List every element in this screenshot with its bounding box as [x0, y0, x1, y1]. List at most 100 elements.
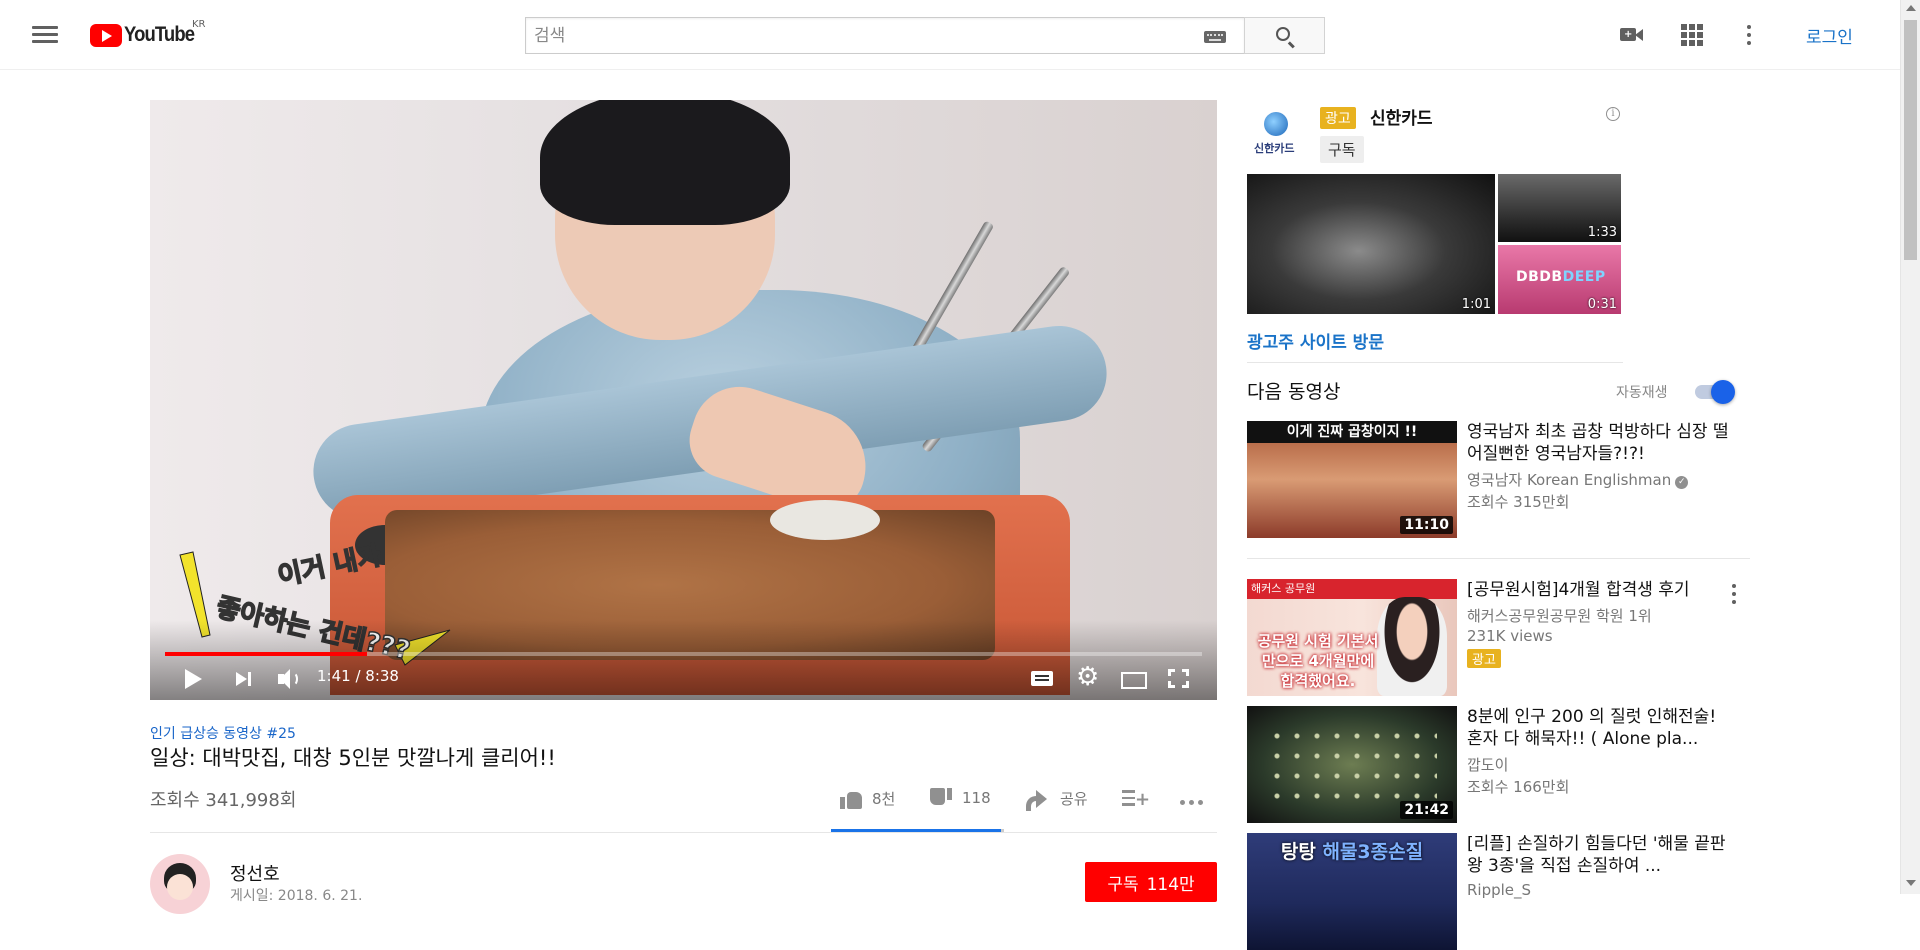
advertiser-logo[interactable]: 신한카드 [1251, 108, 1301, 158]
recommended-video[interactable]: 이게 진짜 곱창이지 !! 11:10 영국남자 최초 곱창 먹방하다 심장 떨… [1247, 421, 1747, 538]
progress-bar[interactable] [165, 652, 1202, 656]
scrollbar-thumb[interactable] [1904, 20, 1917, 260]
channel-avatar[interactable] [150, 854, 210, 914]
play-icon[interactable] [183, 666, 203, 692]
video-thumbnail[interactable]: 탕탕 해물3종손질 [1247, 833, 1457, 950]
search-button[interactable] [1244, 17, 1325, 54]
hamburger-menu-icon[interactable] [30, 23, 60, 47]
share-button[interactable]: 공유 [1026, 788, 1088, 811]
controls-bar [150, 620, 1217, 700]
video-player[interactable]: 이거 내가 좋아하는 건데??? 1:41 / 8:38 [150, 100, 1217, 700]
apps-grid-icon[interactable] [1681, 24, 1703, 46]
up-next-heading: 다음 동영상 [1247, 381, 1341, 403]
search-bar [525, 17, 1325, 54]
thumbs-up-icon [840, 789, 862, 809]
share-label: 공유 [1060, 790, 1088, 808]
video-title: 일상: 대박맛집, 대창 5인분 맛깔나게 클리어!! [150, 746, 556, 770]
scroll-down-arrow-icon[interactable] [1906, 880, 1916, 886]
divider [1247, 362, 1623, 363]
keyboard-icon[interactable] [1204, 31, 1226, 43]
page-scrollbar[interactable] [1900, 0, 1920, 894]
like-count: 8천 [872, 790, 896, 808]
view-count: 231K views [1467, 627, 1553, 645]
settings-more-icon[interactable] [1747, 25, 1753, 47]
video-title[interactable]: [공무원시험]4개월 합격생 후기 [1467, 579, 1737, 601]
subscribe-label: 구독 [1107, 874, 1139, 895]
login-button[interactable]: 로그인 [1806, 23, 1853, 48]
scroll-up-arrow-icon[interactable] [1906, 5, 1916, 11]
video-duration: 11:10 [1400, 516, 1453, 534]
visit-advertiser-link[interactable]: 광고주 사이트 방문 [1247, 328, 1384, 353]
time-separator: / [350, 667, 366, 685]
advertiser-name[interactable]: 신한카드 [1370, 104, 1433, 129]
masthead: YouTube KR + 로그인 [0, 0, 1900, 70]
thumbnail-text: 탕탕 해물3종손질 [1247, 837, 1457, 864]
ad-video-thumbnail[interactable]: 1:33 [1498, 174, 1621, 242]
view-count: 조회수 166만회 [1467, 778, 1570, 796]
thumbnail-text: 이게 진짜 곱창이지 !! [1247, 421, 1457, 443]
subscribe-button[interactable]: 구독 114만 [1085, 862, 1217, 902]
recommended-video-ad[interactable]: 해커스 공무원 공무원 시험 기본서만으로 4개월만에 합격했어요. [공무원시… [1247, 579, 1747, 696]
fullscreen-icon[interactable] [1166, 666, 1192, 692]
ad-video-duration: 0:31 [1587, 297, 1617, 312]
thumbnail-person [1377, 597, 1447, 696]
channel-name[interactable]: Ripple_S [1467, 881, 1531, 899]
action-menu-icon[interactable] [1732, 584, 1738, 606]
channel-name[interactable]: 영국남자 Korean Englishman ✓ [1467, 469, 1689, 490]
video-title[interactable]: 영국남자 최초 곱창 먹방하다 심장 떨어질뻔한 영국남자들?!?! [1467, 421, 1737, 465]
advertiser-logo-text: 신한카드 [1254, 142, 1295, 155]
video-thumbnail[interactable]: 21:42 [1247, 706, 1457, 823]
ad-subscribe-button[interactable]: 구독 [1320, 136, 1364, 163]
video-title[interactable]: [리플] 손질하기 힘들다던 '해물 끝판왕 3종'을 직접 손질하여 ... [1467, 833, 1737, 877]
thumbnail-text-b: 해물3종손질 [1322, 841, 1424, 863]
channel-name[interactable]: 해커스공무원공무원 학원 1위 [1467, 605, 1652, 626]
channel-name[interactable]: 정선호 [230, 860, 280, 886]
youtube-logo[interactable]: YouTube KR [90, 19, 206, 49]
search-input[interactable] [526, 18, 1244, 53]
recommended-video[interactable]: 21:42 8분에 인구 200 의 질럿 인해전술! 혼자 다 해묵자!! (… [1247, 706, 1747, 823]
logo-country-code: KR [192, 19, 206, 30]
more-actions-icon[interactable] [1180, 800, 1206, 806]
thumbnail-text: 공무원 시험 기본서만으로 4개월만에 합격했어요. [1257, 632, 1379, 690]
view-count: 조회수 315만회 [1467, 493, 1570, 511]
thumbnail-game-scene [1267, 726, 1437, 806]
channel-name[interactable]: 깝도이 [1467, 754, 1508, 775]
create-video-icon[interactable]: + [1620, 22, 1644, 48]
video-thumbnail[interactable]: 해커스 공무원 공무원 시험 기본서만으로 4개월만에 합격했어요. [1247, 579, 1457, 696]
gear-icon[interactable] [1075, 662, 1101, 692]
next-video-icon[interactable] [234, 666, 254, 692]
theater-mode-icon[interactable] [1120, 666, 1148, 692]
autoplay-label: 자동재생 [1616, 385, 1668, 401]
thumbnail-tag: 해커스 공무원 [1247, 579, 1457, 599]
like-button[interactable]: 8천 [840, 788, 895, 809]
ad-badge: 광고 [1467, 649, 1501, 668]
subscriber-count: 114만 [1146, 874, 1195, 895]
ad-thumbnail-text-b: DEEP [1562, 269, 1606, 285]
search-box [525, 17, 1244, 54]
dislike-count: 118 [962, 789, 991, 807]
video-title[interactable]: 8분에 인구 200 의 질럿 인해전술! 혼자 다 해묵자!! ( Alone… [1467, 706, 1737, 750]
autoplay-toggle[interactable] [1691, 380, 1737, 404]
thumbnail-text-a: 탕탕 [1280, 841, 1323, 863]
subtitles-icon[interactable] [1030, 666, 1056, 692]
recommended-video[interactable]: 탕탕 해물3종손질 [리플] 손질하기 힘들다던 '해물 끝판왕 3종'을 직접… [1247, 833, 1747, 950]
video-thumbnail[interactable]: 이게 진짜 곱창이지 !! 11:10 [1247, 421, 1457, 538]
youtube-play-logo-icon [90, 23, 122, 47]
dislike-button[interactable]: 118 [930, 788, 991, 808]
progress-bar-played [165, 652, 368, 656]
ad-video-duration: 1:33 [1587, 225, 1617, 240]
video-frame-sauce [770, 500, 880, 540]
ad-video-thumbnail[interactable]: DBDBDEEP 0:31 [1498, 245, 1621, 314]
video-frame-hair [540, 100, 790, 225]
trending-label[interactable]: 인기 급상승 동영상 #25 [150, 723, 296, 743]
video-duration: 21:42 [1400, 801, 1453, 819]
time-total: 8:38 [365, 667, 399, 685]
ad-video-thumbnail[interactable]: 1:01 [1247, 174, 1495, 314]
add-to-playlist-icon[interactable] [1122, 790, 1150, 810]
time-current: 1:41 [317, 667, 351, 685]
verified-check-icon: ✓ [1675, 476, 1689, 489]
search-icon [1276, 27, 1290, 41]
ad-thumbnail-text: DBDBDEEP [1516, 269, 1606, 285]
volume-icon[interactable] [276, 666, 302, 692]
ad-info-icon[interactable]: i [1606, 107, 1620, 121]
